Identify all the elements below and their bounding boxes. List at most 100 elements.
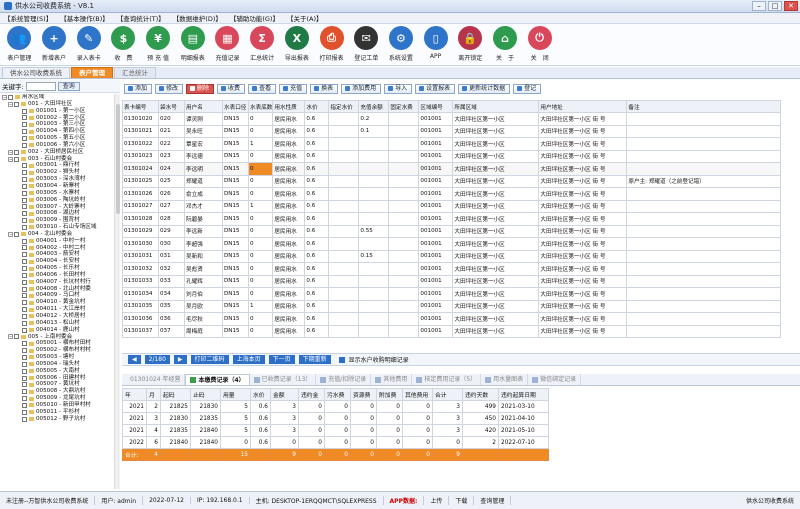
menu-item[interactable]: 【辅助功能(G)】: [230, 13, 279, 23]
close-window-button[interactable]: ✕: [784, 1, 798, 11]
expand-icon[interactable]: −: [2, 94, 7, 100]
column-header[interactable]: 金额: [270, 388, 299, 401]
tree-node[interactable]: 001001 - 第一小区: [0, 108, 119, 115]
tree-checkbox[interactable]: [14, 156, 19, 162]
tree-checkbox[interactable]: [22, 320, 27, 326]
tree-checkbox[interactable]: [14, 231, 19, 237]
action-button[interactable]: 删除: [186, 83, 215, 94]
column-header[interactable]: 起码: [160, 388, 191, 401]
charge-row[interactable]: 2022 6 21840 21840 0 0.6 0 0 0 0 0 0 0 2 2022-07-10: [122, 436, 549, 449]
record-tab-7[interactable]: 微信绑定记录: [528, 374, 582, 385]
tree-checkbox[interactable]: [22, 389, 27, 395]
tree-node[interactable]: 005003 - 塘村: [0, 354, 119, 361]
expand-icon[interactable]: −: [8, 101, 13, 107]
tree-node[interactable]: 004014 - 鹿山村: [0, 327, 119, 334]
toolbar-button[interactable]: ✎ 录入表卡: [71, 24, 106, 65]
minimize-button[interactable]: –: [752, 1, 766, 11]
tree-node[interactable]: 003004 - 新寨村: [0, 183, 119, 190]
tree-checkbox[interactable]: [22, 177, 27, 183]
keyword-input[interactable]: [25, 81, 56, 91]
column-header[interactable]: 水价: [304, 100, 330, 113]
tree-checkbox[interactable]: [22, 279, 27, 285]
tree-checkbox[interactable]: [22, 368, 27, 374]
action-button[interactable]: 设置报表: [415, 83, 456, 94]
table-row[interactable]: 01301036 036 毛尽秋 DN15 0 居民用水 0.6 001001 大田坪社区第一小…: [122, 312, 782, 326]
toolbar-button[interactable]: ⎙ 打印报表: [314, 24, 349, 65]
tree-checkbox[interactable]: [22, 375, 27, 381]
tree-node[interactable]: 001005 - 第五小区: [0, 135, 119, 142]
column-header[interactable]: 用户名: [184, 100, 223, 113]
tree-node[interactable]: 004005 - 长乐村: [0, 265, 119, 272]
column-header[interactable]: 违约天数: [462, 388, 499, 401]
toolbar-button[interactable]: ▯ APP: [418, 24, 453, 65]
action-button[interactable]: 换表: [310, 83, 339, 94]
tree-checkbox[interactable]: [22, 190, 27, 196]
tree-checkbox[interactable]: [22, 163, 27, 169]
column-header[interactable]: 年: [122, 388, 147, 401]
table-row[interactable]: 01301021 021 吴永旺 DN15 0 居民用水 0.6 0.1 001001 大田坪社区…: [122, 124, 782, 138]
menu-item[interactable]: 【关于(A)】: [287, 13, 323, 23]
tree-checkbox[interactable]: [22, 197, 27, 203]
column-header[interactable]: 袋水号: [158, 100, 185, 113]
action-button[interactable]: 登记: [513, 83, 542, 94]
toolbar-button[interactable]: ⏻ 关 闭: [522, 24, 557, 65]
column-header[interactable]: 备注: [626, 100, 782, 113]
first-page-button[interactable]: ◀: [128, 355, 141, 364]
expand-icon[interactable]: −: [8, 156, 13, 162]
record-tab-1[interactable]: 本缴费记录（4）: [185, 374, 250, 385]
tree-checkbox[interactable]: [22, 135, 27, 141]
table-row[interactable]: 01301035 035 吴月欧 DN15 1 居民用水 0.6 001001 大田坪社区第一小…: [122, 299, 782, 313]
column-header[interactable]: 止码: [190, 388, 221, 401]
last-page-button[interactable]: ▶: [173, 355, 187, 364]
tree-checkbox[interactable]: [22, 416, 27, 422]
toolbar-button[interactable]: ¥ 预 充 值: [141, 24, 176, 65]
table-row[interactable]: 01301022 022 覃星宏 DN15 1 居民用水 0.6 001001 大田坪社区第一小…: [122, 137, 782, 151]
tree-checkbox[interactable]: [14, 149, 19, 155]
tree-checkbox[interactable]: [14, 334, 19, 340]
tree-checkbox[interactable]: [22, 245, 27, 251]
table-row[interactable]: 01301031 031 吴新和 DN15 0 居民用水 0.6 0.15 001001 大田坪社…: [122, 249, 782, 263]
tree-node[interactable]: 005010 - 新田甲村村: [0, 402, 119, 409]
charge-row[interactable]: 2021 3 21830 21835 5 0.6 3 0 0 0 0 0 3 450 2021-04-10: [122, 412, 549, 425]
charge-row[interactable]: 2021 4 21835 21840 5 0.6 3 0 0 0 0 0 3 420 2021-05-10: [122, 424, 549, 437]
action-button[interactable]: 导入: [384, 83, 413, 94]
column-header[interactable]: 用户地址: [538, 100, 628, 113]
record-tab-5[interactable]: 核定费用记录（5）: [412, 374, 482, 385]
toolbar-button[interactable]: ▤ 明细报表: [175, 24, 210, 65]
tree-node[interactable]: − 004 - 北山村委会: [0, 231, 119, 238]
tree-checkbox[interactable]: [22, 108, 27, 114]
expand-icon[interactable]: −: [8, 334, 13, 340]
action-button[interactable]: 添加费用: [341, 83, 382, 94]
menu-item[interactable]: 【基本操作(B)】: [60, 13, 109, 23]
column-header[interactable]: 水价: [250, 388, 271, 401]
action-button[interactable]: 更新统计数据: [458, 83, 511, 94]
query-manage-link[interactable]: 查询管理: [474, 496, 512, 505]
tree-node[interactable]: 004007 - 长坑村村行: [0, 279, 119, 286]
tree-checkbox[interactable]: [22, 211, 27, 217]
tree-checkbox[interactable]: [22, 327, 27, 333]
print-qr-button[interactable]: 打印二维码: [190, 355, 229, 364]
menu-item[interactable]: 【数据维护(D)】: [173, 13, 222, 23]
tree-checkbox[interactable]: [22, 129, 27, 135]
column-header[interactable]: 水表口径: [222, 100, 249, 113]
toolbar-button[interactable]: ✉ 登记工单: [349, 24, 384, 65]
tree-node[interactable]: 005004 - 瑞头村: [0, 361, 119, 368]
column-header[interactable]: 指定水价: [328, 100, 360, 113]
toolbar-button[interactable]: ⌂ 关 于: [488, 24, 523, 65]
tree-node[interactable]: − 用水区域: [0, 94, 119, 101]
query-button[interactable]: 查询: [57, 81, 80, 91]
tree-node[interactable]: 004006 - 长田村村: [0, 272, 119, 279]
tree-checkbox[interactable]: [22, 218, 27, 224]
tree-node[interactable]: − 001 - 大田坪社区: [0, 101, 119, 108]
table-row[interactable]: 01301023 023 李远德 DN15 0 居民用水 0.6 001001 大田坪社区第一小…: [122, 149, 782, 163]
tree-node[interactable]: 003009 - 围背村: [0, 217, 119, 224]
tree-checkbox[interactable]: [22, 348, 27, 354]
tree-node[interactable]: 004001 - 中村一村: [0, 238, 119, 245]
maximize-button[interactable]: □: [768, 1, 782, 11]
tree-checkbox[interactable]: [22, 115, 27, 121]
tree-checkbox[interactable]: [8, 94, 13, 100]
tree-checkbox[interactable]: [22, 354, 27, 360]
tree-checkbox[interactable]: [22, 361, 27, 367]
prev-page-button[interactable]: 上海本页: [232, 355, 265, 364]
column-header[interactable]: 违约金: [298, 388, 325, 401]
